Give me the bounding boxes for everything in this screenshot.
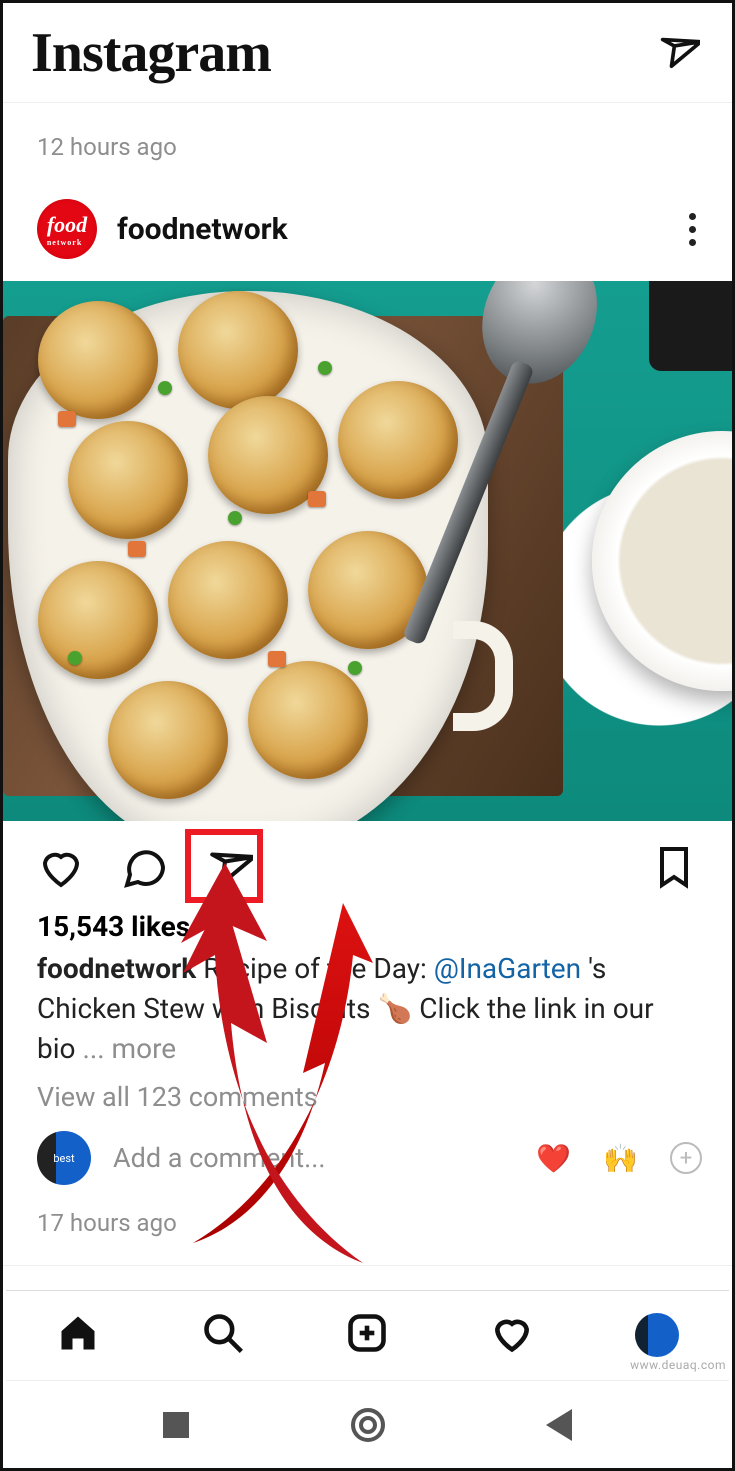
- like-button[interactable]: [33, 839, 89, 898]
- caption-username[interactable]: foodnetwork: [37, 952, 196, 985]
- tab-profile[interactable]: [631, 1309, 683, 1361]
- square-icon: [163, 1412, 189, 1438]
- bookmark-icon: [650, 843, 698, 891]
- save-button[interactable]: [646, 839, 702, 898]
- previous-post-timestamp: 12 hours ago: [3, 103, 732, 181]
- user-avatar[interactable]: best: [37, 1131, 91, 1185]
- plus-square-icon: [345, 1311, 389, 1355]
- system-nav-bar: [6, 1380, 729, 1468]
- caption-ellipsis: ...: [82, 1032, 111, 1065]
- search-icon: [201, 1311, 245, 1355]
- add-comment-input[interactable]: Add a comment...: [113, 1142, 504, 1174]
- post-actions: [3, 821, 732, 906]
- heart-icon: [490, 1311, 534, 1355]
- post-header: food network foodnetwork: [3, 181, 732, 281]
- add-comment-row: best Add a comment... ❤️ 🙌 +: [3, 1123, 732, 1191]
- app-screen: Instagram 12 hours ago food network food…: [0, 0, 735, 1471]
- post-timestamp: 17 hours ago: [3, 1191, 732, 1265]
- tab-search[interactable]: [197, 1307, 249, 1362]
- profile-avatar-icon: [635, 1313, 679, 1357]
- post-options-button[interactable]: [681, 205, 704, 254]
- comment-button[interactable]: [117, 839, 173, 898]
- heart-icon: [37, 843, 85, 891]
- tab-new-post[interactable]: [341, 1307, 393, 1362]
- annotation-highlight: [185, 829, 263, 903]
- instagram-logo[interactable]: Instagram: [31, 21, 271, 85]
- send-icon: [656, 29, 700, 73]
- sys-recent-apps[interactable]: [159, 1408, 193, 1442]
- direct-message-button[interactable]: [652, 25, 704, 80]
- caption-mention[interactable]: @InaGarten: [434, 952, 581, 985]
- circle-icon: [351, 1408, 385, 1442]
- sys-home[interactable]: [347, 1404, 389, 1446]
- comment-icon: [121, 843, 169, 891]
- sys-back[interactable]: [542, 1405, 576, 1445]
- account-avatar[interactable]: food network: [37, 199, 97, 259]
- caption-more[interactable]: more: [112, 1032, 177, 1065]
- account-username[interactable]: foodnetwork: [117, 212, 681, 247]
- avatar-text: food: [47, 212, 87, 237]
- post-caption: foodnetwork Recipe of the Day: @InaGarte…: [3, 945, 732, 1071]
- watermark: www.deuaq.com: [630, 1358, 726, 1372]
- bottom-tab-bar: [6, 1290, 729, 1378]
- tab-activity[interactable]: [486, 1307, 538, 1362]
- tab-home[interactable]: [52, 1307, 104, 1362]
- post-image[interactable]: [3, 281, 732, 821]
- quick-react-heart[interactable]: ❤️: [536, 1142, 571, 1175]
- avatar-subtext: network: [47, 238, 87, 247]
- caption-text-1: Recipe of the Day:: [203, 952, 433, 985]
- app-header: Instagram: [3, 3, 732, 103]
- more-reactions-button[interactable]: +: [670, 1142, 702, 1174]
- view-all-comments[interactable]: View all 123 comments: [3, 1071, 732, 1123]
- triangle-icon: [546, 1409, 572, 1441]
- home-icon: [56, 1311, 100, 1355]
- quick-react-hands[interactable]: 🙌: [603, 1142, 638, 1175]
- likes-count[interactable]: 15,543 likes: [3, 906, 732, 945]
